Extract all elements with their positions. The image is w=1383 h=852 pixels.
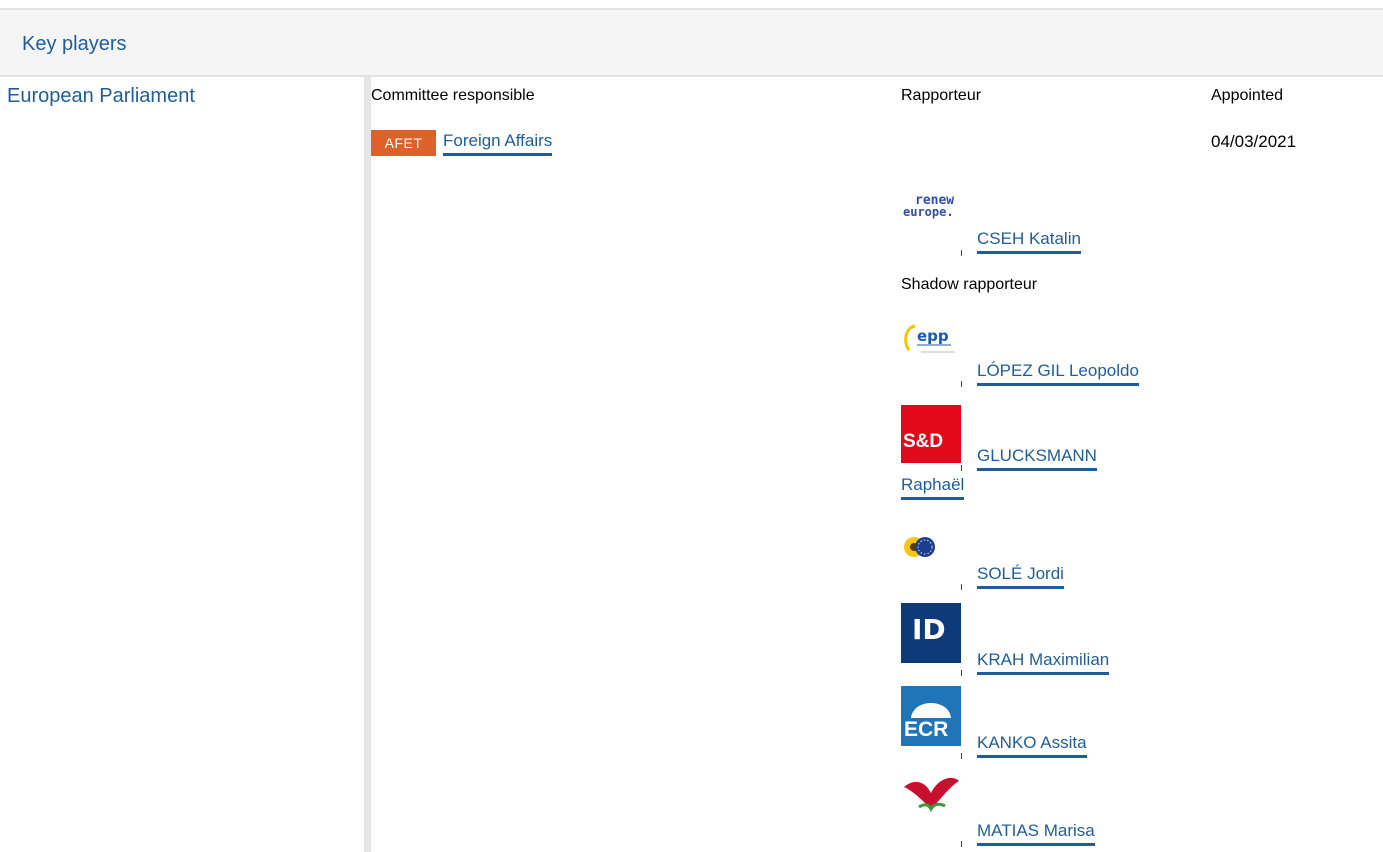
- committee-column-header: Committee responsible: [371, 87, 535, 104]
- shadow-link-krah[interactable]: KRAH Maximilian: [977, 650, 1110, 675]
- id-logo: ID: [901, 603, 961, 663]
- column-divider: [364, 77, 371, 852]
- left-logo: [901, 773, 961, 818]
- institution-name[interactable]: European Parliament: [7, 85, 195, 108]
- committee-link[interactable]: Foreign Affairs: [443, 131, 553, 156]
- svg-text:epp: epp: [917, 327, 949, 345]
- section-title: Key players: [22, 33, 127, 55]
- shadow-link-glucksmann-line2[interactable]: Raphaël: [901, 475, 965, 500]
- sd-logo: S&D: [901, 405, 961, 463]
- rapporteur-link[interactable]: CSEH Katalin: [977, 229, 1081, 254]
- shadow-link-sole[interactable]: SOLÉ Jordi: [977, 564, 1064, 589]
- shadow-link-matias[interactable]: MATIAS Marisa: [977, 821, 1095, 846]
- ecr-logo: ECR: [901, 686, 961, 746]
- shadow-link-kanko[interactable]: KANKO Assita: [977, 733, 1087, 758]
- shadow-link-lopez-gil[interactable]: LÓPEZ GIL Leopoldo: [977, 361, 1139, 386]
- key-players-header: Key players: [0, 8, 1383, 77]
- committee-code-badge: AFET: [371, 130, 436, 156]
- shadow-rapporteur-label: Shadow rapporteur: [901, 276, 1038, 293]
- greens-efa-logo: [901, 525, 961, 570]
- rapporteur-column-header: Rapporteur: [901, 87, 982, 104]
- appointed-date: 04/03/2021: [1211, 132, 1297, 151]
- renew-europe-logo: renew europe.: [903, 193, 955, 219]
- appointed-column-header: Appointed: [1211, 87, 1284, 104]
- epp-logo: epp: [901, 320, 959, 364]
- shadow-link-glucksmann-line1[interactable]: GLUCKSMANN: [977, 446, 1097, 471]
